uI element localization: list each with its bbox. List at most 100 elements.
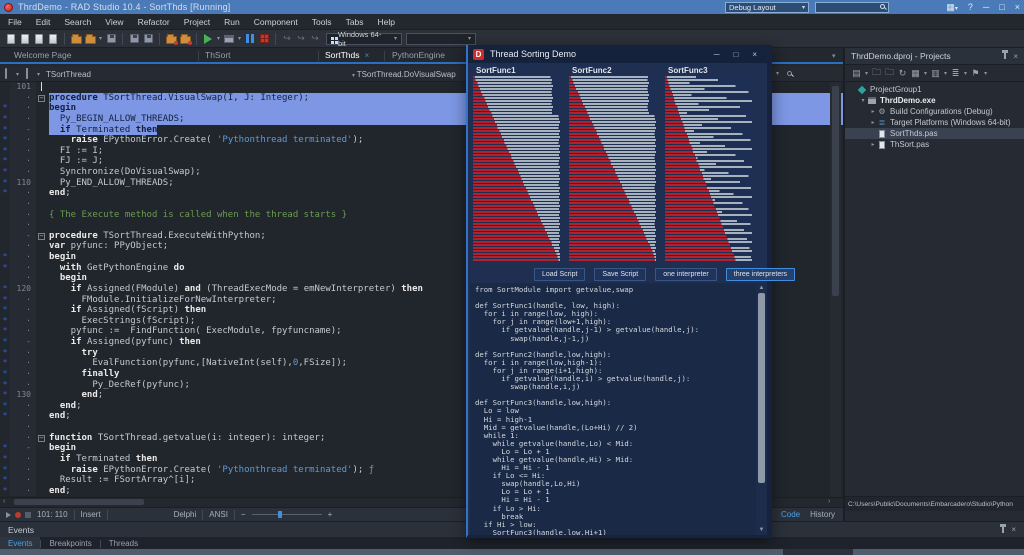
report-icon[interactable]: ▥ bbox=[929, 67, 942, 80]
tree-item-thsort-pas[interactable]: ▸ ThSort.pas bbox=[845, 139, 1024, 150]
line-number[interactable]: · bbox=[10, 145, 36, 157]
line-number[interactable]: · bbox=[10, 188, 36, 199]
folder-icon[interactable]: 🗀 bbox=[883, 67, 896, 80]
chevron-down-icon[interactable]: ▾ bbox=[984, 70, 987, 77]
add-to-project-icon[interactable] bbox=[164, 32, 178, 46]
line-number[interactable]: · bbox=[10, 422, 36, 433]
project-options-icon[interactable] bbox=[141, 32, 155, 46]
tab-thsort[interactable]: ThSort bbox=[205, 50, 231, 60]
tab-welcome-page[interactable]: Welcome Page bbox=[14, 50, 71, 60]
step-over-icon[interactable]: ↪ bbox=[280, 32, 294, 46]
save-project-icon[interactable] bbox=[104, 32, 118, 46]
step-out-icon[interactable]: ↪ bbox=[308, 32, 322, 46]
tree-item-projectgroup1[interactable]: ProjectGroup1 bbox=[845, 84, 1024, 95]
tree-item-build-configurations-debug-[interactable]: ▸ ⚙ Build Configurations (Debug) bbox=[845, 106, 1024, 117]
chevron-down-icon[interactable]: ▾ bbox=[964, 70, 967, 77]
line-number[interactable]: · bbox=[10, 368, 36, 380]
layout-selector-icon[interactable]: ▦▾ bbox=[946, 2, 958, 13]
breadcrumb-class[interactable]: TSortThread bbox=[46, 70, 91, 79]
menu-project[interactable]: Project bbox=[184, 17, 210, 27]
refresh-icon[interactable]: ↻ bbox=[896, 67, 909, 80]
tree-item-sortthds-pas[interactable]: SortThds.pas bbox=[845, 128, 1024, 139]
menu-edit[interactable]: Edit bbox=[36, 17, 51, 27]
line-number[interactable]: 130 bbox=[10, 390, 36, 401]
tab-code[interactable]: Code bbox=[781, 510, 800, 519]
close-button[interactable]: × bbox=[1015, 2, 1020, 12]
line-number[interactable]: · bbox=[10, 294, 36, 306]
menu-run[interactable]: Run bbox=[224, 17, 240, 27]
menu-component[interactable]: Component bbox=[254, 17, 298, 27]
fold-collapse-icon[interactable]: − bbox=[38, 434, 45, 442]
line-number[interactable]: · bbox=[10, 273, 36, 284]
tab-list-dropdown-icon[interactable]: ▾ bbox=[832, 52, 836, 60]
minimize-button[interactable]: ─ bbox=[983, 2, 989, 12]
tree-item-thrddemo-exe[interactable]: ▾ ThrdDemo.exe bbox=[845, 95, 1024, 106]
program-reset-icon[interactable] bbox=[257, 32, 271, 46]
run-icon[interactable] bbox=[201, 32, 215, 46]
menu-tools[interactable]: Tools bbox=[312, 17, 332, 27]
line-number[interactable]: · bbox=[10, 113, 36, 125]
demo-maximize-button[interactable]: □ bbox=[733, 50, 738, 59]
fold-collapse-icon[interactable]: − bbox=[38, 94, 45, 102]
maximize-button[interactable]: □ bbox=[999, 2, 1004, 12]
tab-sortthds[interactable]: SortThds × bbox=[325, 50, 369, 60]
fold-column[interactable]: − bbox=[36, 231, 49, 242]
pin-icon[interactable] bbox=[1000, 523, 1007, 533]
open-folder-icon[interactable]: 🗀 bbox=[870, 67, 883, 80]
help-icon[interactable]: ? bbox=[968, 2, 973, 12]
platforms-icon[interactable]: ≣ bbox=[949, 67, 962, 80]
demo-window-title-bar[interactable]: D Thread Sorting Demo ─ □ × bbox=[468, 45, 767, 63]
line-number[interactable]: · bbox=[10, 379, 36, 391]
line-number[interactable]: · bbox=[10, 262, 36, 274]
open-file-icon[interactable] bbox=[18, 32, 32, 46]
line-number[interactable]: · bbox=[10, 198, 36, 210]
editor-horizontal-scrollbar-thumb[interactable] bbox=[14, 499, 144, 505]
line-number[interactable]: · bbox=[10, 167, 36, 178]
line-number[interactable]: · bbox=[10, 347, 36, 359]
menu-refactor[interactable]: Refactor bbox=[138, 17, 170, 27]
line-number[interactable]: · bbox=[10, 358, 36, 369]
tree-expand-icon[interactable]: ▾ bbox=[859, 97, 867, 104]
chevron-down-icon[interactable]: ▾ bbox=[944, 70, 947, 77]
chevron-down-icon[interactable]: ▾ bbox=[99, 35, 102, 42]
editor-vertical-scrollbar-thumb[interactable] bbox=[832, 86, 839, 296]
line-number[interactable]: - bbox=[10, 230, 36, 242]
fold-collapse-icon[interactable]: − bbox=[38, 232, 45, 240]
save-file-icon[interactable] bbox=[32, 32, 46, 46]
line-number[interactable]: 110 bbox=[10, 177, 36, 189]
demo-minimize-button[interactable]: ─ bbox=[714, 50, 720, 59]
scroll-left-icon[interactable]: ‹ bbox=[3, 498, 5, 505]
chevron-down-icon[interactable]: ▾ bbox=[238, 35, 241, 42]
line-number[interactable]: - bbox=[10, 443, 36, 454]
scroll-down-icon[interactable]: ▼ bbox=[756, 527, 767, 533]
line-number[interactable]: · bbox=[10, 252, 36, 263]
macro-stop-icon[interactable] bbox=[25, 511, 31, 518]
pause-icon[interactable] bbox=[243, 32, 257, 46]
line-number[interactable]: · bbox=[10, 453, 36, 465]
menu-view[interactable]: View bbox=[105, 17, 123, 27]
new-project-icon[interactable] bbox=[69, 32, 83, 46]
configuration-combo[interactable]: ▾ bbox=[406, 32, 477, 45]
close-panel-icon[interactable]: × bbox=[1011, 525, 1016, 534]
fold-column[interactable]: − bbox=[36, 433, 49, 444]
line-number[interactable]: · bbox=[10, 400, 36, 412]
line-number[interactable]: · bbox=[10, 432, 36, 444]
desktop-layout-combo[interactable]: Debug Layout ▾ bbox=[725, 2, 809, 13]
class-icon[interactable] bbox=[26, 68, 28, 79]
line-number[interactable]: · bbox=[10, 485, 36, 497]
target-platform-combo[interactable]: Windows 64-bit ▾ bbox=[326, 30, 403, 48]
line-number[interactable]: · bbox=[10, 220, 36, 231]
line-number[interactable]: - bbox=[10, 337, 36, 348]
close-tab-icon[interactable]: × bbox=[365, 51, 370, 60]
one-interpreter-button[interactable]: one interpreter bbox=[655, 267, 717, 281]
menu-tabs[interactable]: Tabs bbox=[346, 17, 364, 27]
scroll-up-icon[interactable]: ▲ bbox=[756, 283, 767, 291]
line-number[interactable]: 120 bbox=[10, 283, 36, 295]
trace-into-icon[interactable]: ↪ bbox=[294, 32, 308, 46]
python-script-editor[interactable]: from SortModule import getvalue,swap def… bbox=[470, 283, 756, 535]
line-number[interactable]: · bbox=[10, 411, 36, 422]
line-number[interactable]: - bbox=[10, 124, 36, 136]
line-number[interactable]: · bbox=[10, 464, 36, 476]
tab-history[interactable]: History bbox=[810, 510, 835, 519]
zoom-in-icon[interactable]: + bbox=[328, 510, 333, 519]
